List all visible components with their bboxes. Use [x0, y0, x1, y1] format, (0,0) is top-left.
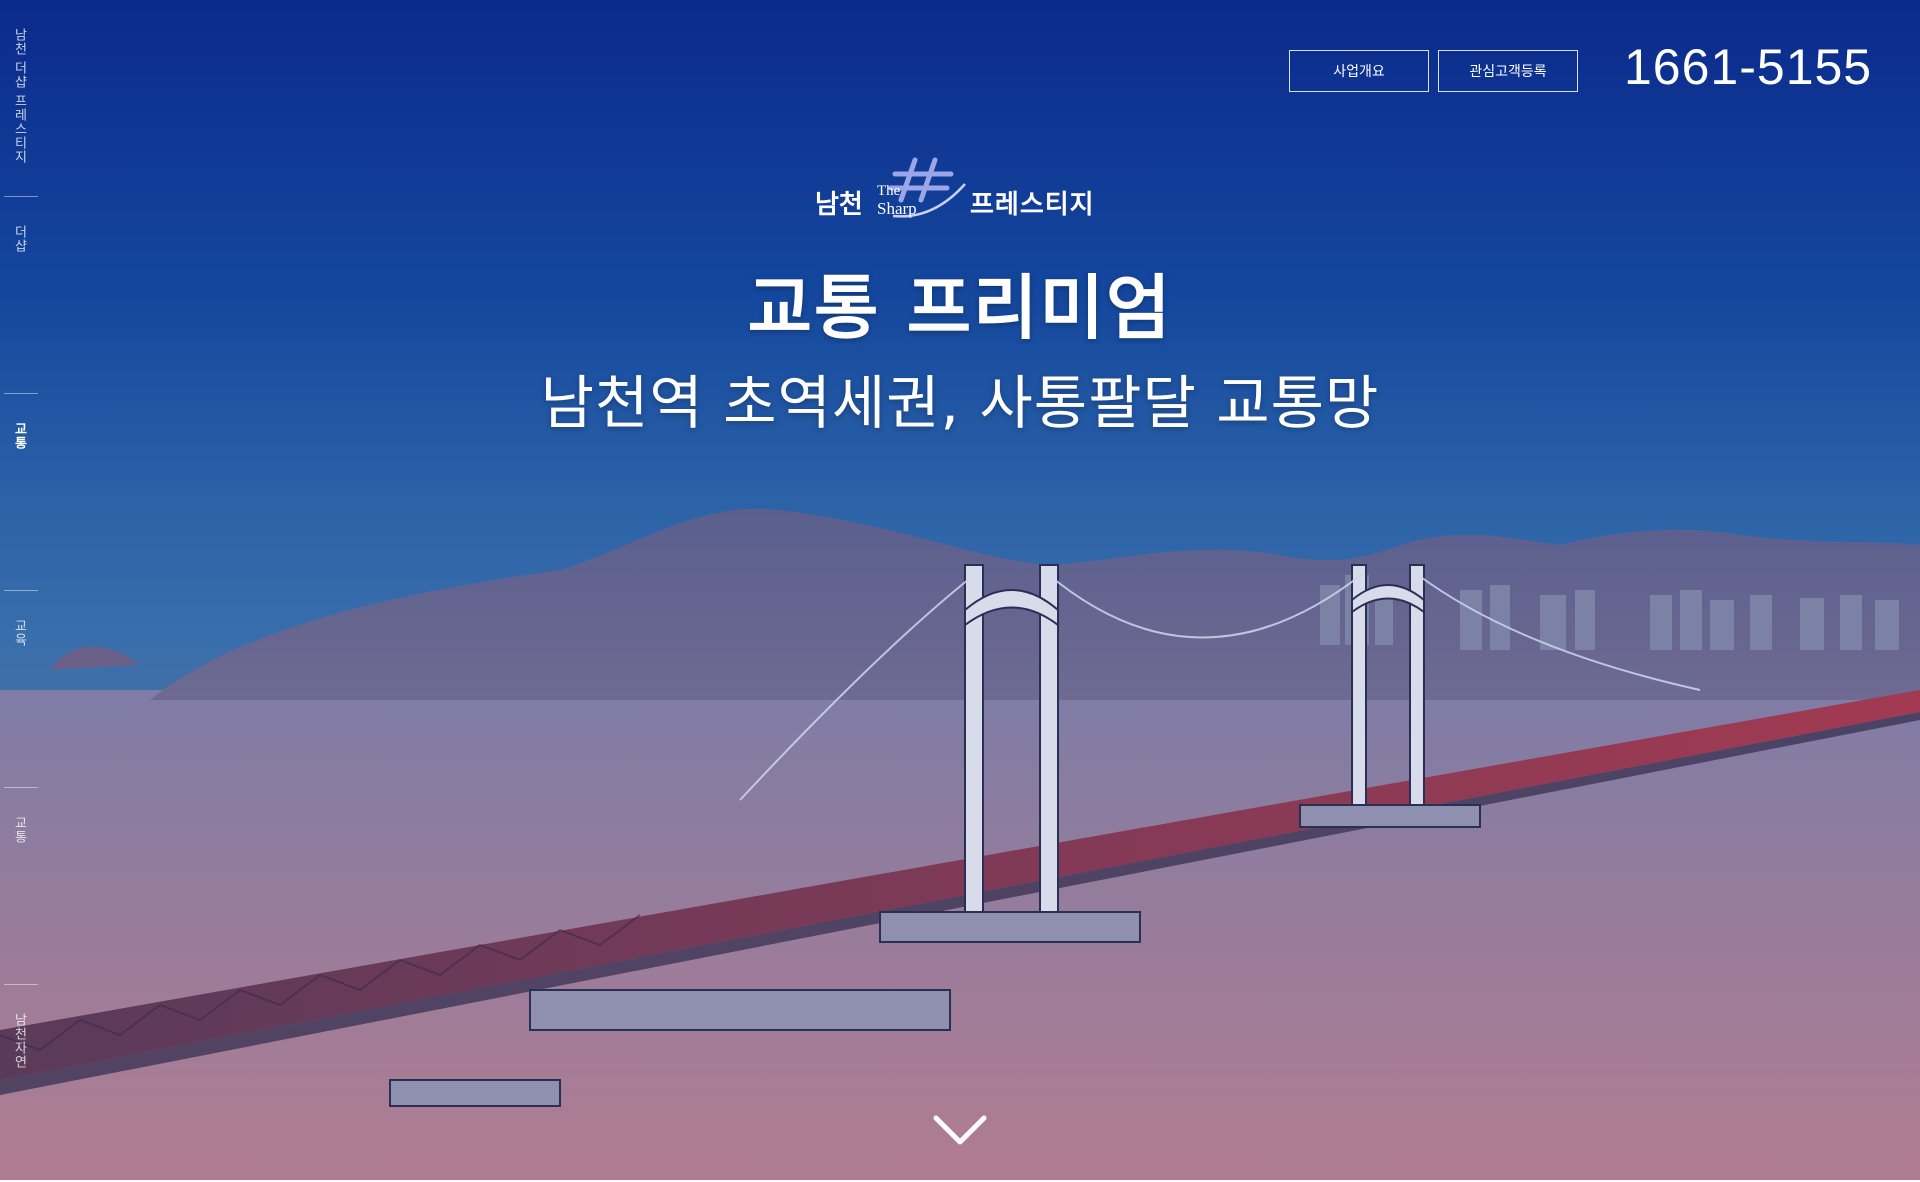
side-nav-item-brand[interactable]: 남천 더샵 프레스티지: [0, 0, 38, 197]
side-nav-item-transport-2[interactable]: 교통: [0, 788, 38, 985]
overview-button[interactable]: 사업개요: [1289, 50, 1429, 92]
scroll-down-button[interactable]: [932, 1112, 988, 1148]
side-nav-label: 남천 더샵 프레스티지: [11, 28, 27, 165]
brand-logo[interactable]: 남천 The Sharp 프레스티지: [815, 150, 1105, 230]
side-navigation: 남천 더샵 프레스티지 더샵 교통 교육 교통 남천자연: [0, 0, 38, 1180]
logo-text-sharp: Sharp: [877, 199, 917, 218]
side-nav-label: 남천자연: [11, 1013, 27, 1069]
side-nav-item-education[interactable]: 교육: [0, 591, 38, 788]
chevron-down-icon: [933, 1115, 987, 1145]
hero-title: 교통 프리미엄: [747, 267, 1173, 349]
side-nav-label: 교육: [11, 619, 27, 647]
side-nav-label: 교통: [11, 422, 27, 450]
logo-text-the: The: [877, 183, 901, 199]
phone-number[interactable]: 1661-5155: [1624, 38, 1872, 96]
hero-subtitle: 남천역 초역세권, 사통팔달 교통망: [540, 369, 1380, 437]
side-nav-label: 교통: [11, 816, 27, 844]
logo-text-prestige: 프레스티지: [970, 190, 1095, 220]
register-interest-button[interactable]: 관심고객등록: [1438, 50, 1578, 92]
logo-text-namcheon: 남천: [815, 190, 863, 220]
side-nav-item-nature[interactable]: 남천자연: [0, 985, 38, 1182]
